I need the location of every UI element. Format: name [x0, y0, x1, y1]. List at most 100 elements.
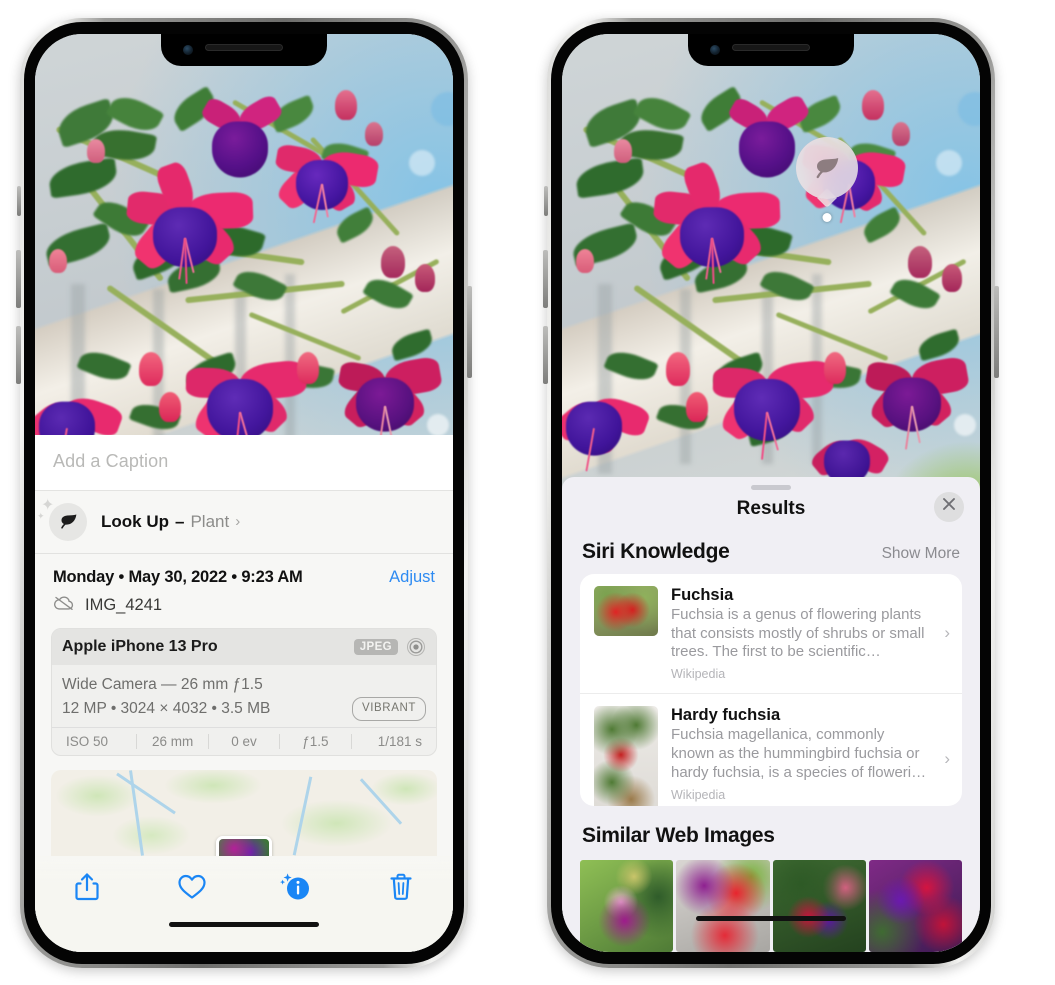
- flower-bud: [139, 352, 163, 386]
- similar-web-images-header: Similar Web Images: [562, 806, 980, 858]
- knowledge-body: Hardy fuchsia Fuchsia magellanica, commo…: [671, 706, 927, 806]
- web-image-thumb[interactable]: [772, 860, 866, 952]
- exif-focal: 26 mm: [136, 734, 207, 749]
- exif-aperture: ƒ1.5: [279, 734, 350, 749]
- knowledge-name: Fuchsia: [671, 585, 734, 604]
- front-camera: [183, 45, 193, 55]
- web-image-thumb[interactable]: [676, 860, 770, 952]
- volume-up-button[interactable]: [543, 250, 548, 308]
- earpiece-speaker: [732, 44, 810, 51]
- close-button[interactable]: [934, 491, 964, 522]
- flower-bud: [297, 352, 319, 384]
- look-up-badge: ✦ ✦: [37, 497, 87, 541]
- photo-toolbar: [35, 856, 453, 922]
- similar-web-images-title: Similar Web Images: [582, 824, 775, 847]
- flower-bud: [686, 392, 708, 422]
- knowledge-name: Hardy fuchsia: [671, 706, 781, 725]
- format-badge: JPEG: [353, 638, 398, 655]
- home-indicator[interactable]: [696, 916, 846, 921]
- look-up-subject: Plant: [190, 511, 230, 531]
- location-map[interactable]: [51, 770, 437, 856]
- knowledge-item[interactable]: Hardy fuchsia Fuchsia magellanica, commo…: [580, 693, 962, 806]
- adjust-button[interactable]: Adjust: [389, 568, 435, 587]
- bokeh: [427, 414, 449, 436]
- flower-bud: [415, 264, 435, 292]
- flower-bud: [862, 90, 884, 120]
- map-road: [359, 778, 403, 825]
- caption-placeholder: Add a Caption: [53, 450, 169, 471]
- photo-info-sheet: Add a Caption ✦ ✦ Look Up – Plant › Mond…: [35, 434, 453, 952]
- trash-icon: [388, 872, 414, 907]
- siri-knowledge-header: Siri Knowledge Show More: [562, 534, 980, 574]
- results-title: Results: [736, 497, 806, 519]
- camera-info-card[interactable]: Apple iPhone 13 Pro JPEG Wide Camera — 2…: [51, 627, 437, 756]
- metadata-date-row: Monday • May 30, 2022 • 9:23 AM Adjust: [35, 554, 453, 591]
- knowledge-description: Fuchsia is a genus of flowering plants t…: [671, 605, 925, 661]
- photo-date: Monday • May 30, 2022 • 9:23 AM: [53, 567, 303, 586]
- camera-model: Apple iPhone 13 Pro: [62, 637, 218, 655]
- camera-card-body: Wide Camera — 26 mm ƒ1.5 12 MP • 3024 × …: [52, 665, 436, 727]
- flower-bud: [892, 122, 910, 146]
- power-button[interactable]: [994, 286, 999, 378]
- specs-line: 12 MP • 3024 × 4032 • 3.5 MB: [62, 699, 271, 717]
- iphone-device-left: Add a Caption ✦ ✦ Look Up – Plant › Mond…: [16, 18, 472, 968]
- silence-switch[interactable]: [544, 186, 548, 216]
- volume-down-button[interactable]: [543, 326, 548, 384]
- web-image-thumb[interactable]: [580, 860, 674, 952]
- chevron-right-icon: ›: [944, 749, 950, 769]
- share-button[interactable]: [35, 872, 140, 907]
- look-up-text: Look Up – Plant ›: [101, 512, 240, 532]
- look-up-row[interactable]: ✦ ✦ Look Up – Plant ›: [35, 490, 453, 554]
- web-image-thumb[interactable]: [868, 860, 962, 952]
- badge-anchor-dot: [822, 213, 832, 222]
- info-button[interactable]: [244, 871, 349, 908]
- share-icon: [74, 872, 100, 907]
- siri-knowledge-card: Fuchsia Fuchsia is a genus of flowering …: [580, 573, 962, 806]
- knowledge-source: Wikipedia: [671, 667, 726, 682]
- volume-up-button[interactable]: [16, 250, 21, 308]
- screen-right: Results Siri Knowledge Show More Fuchsia…: [562, 34, 980, 952]
- bokeh: [409, 150, 435, 176]
- specs-row: 12 MP • 3024 × 4032 • 3.5 MB VIBRANT: [62, 697, 426, 721]
- silence-switch[interactable]: [17, 186, 21, 216]
- file-row: IMG_4241: [35, 591, 453, 628]
- lens-line: Wide Camera — 26 mm ƒ1.5: [62, 675, 263, 693]
- heart-icon: [177, 873, 207, 905]
- volume-down-button[interactable]: [16, 326, 21, 384]
- flower-bud: [381, 246, 405, 278]
- knowledge-thumbnail: [594, 706, 658, 806]
- info-sparkle-icon: [279, 871, 313, 908]
- flower-bud: [576, 249, 594, 273]
- flower-bud: [942, 264, 962, 292]
- knowledge-source: Wikipedia: [671, 787, 726, 802]
- caption-field[interactable]: Add a Caption: [35, 434, 453, 491]
- cloud-slash-icon: [53, 595, 75, 616]
- flower-bud: [365, 122, 383, 146]
- knowledge-body: Fuchsia Fuchsia is a genus of flowering …: [671, 586, 927, 682]
- flower-bud: [159, 392, 181, 422]
- map-photo-pin[interactable]: [216, 836, 272, 856]
- leaf-icon: [49, 502, 87, 541]
- favorite-button[interactable]: [140, 873, 245, 905]
- knowledge-description: Fuchsia magellanica, commonly known as t…: [671, 726, 927, 782]
- home-indicator[interactable]: [169, 922, 319, 927]
- similar-web-images-grid: [562, 860, 980, 952]
- flower-bud: [614, 139, 632, 163]
- front-camera: [710, 45, 720, 55]
- bokeh: [954, 414, 976, 436]
- flower-bud: [87, 139, 105, 163]
- leaf-icon: [796, 137, 858, 199]
- photographic-style-badge: VIBRANT: [351, 697, 426, 721]
- chevron-right-icon: ›: [235, 513, 241, 531]
- exif-row: ISO 50 26 mm 0 ev ƒ1.5 1/181 s: [52, 727, 436, 755]
- show-more-button[interactable]: Show More: [882, 545, 960, 563]
- look-up-dash: –: [175, 511, 185, 531]
- home-indicator-bar-left: [35, 922, 453, 952]
- flower-bud: [908, 246, 932, 278]
- knowledge-item[interactable]: Fuchsia Fuchsia is a genus of flowering …: [580, 574, 962, 694]
- power-button[interactable]: [467, 286, 472, 378]
- delete-button[interactable]: [349, 872, 454, 907]
- device-bezel: Add a Caption ✦ ✦ Look Up – Plant › Mond…: [24, 22, 464, 964]
- bokeh: [936, 150, 962, 176]
- visual-lookup-badge[interactable]: [796, 137, 858, 222]
